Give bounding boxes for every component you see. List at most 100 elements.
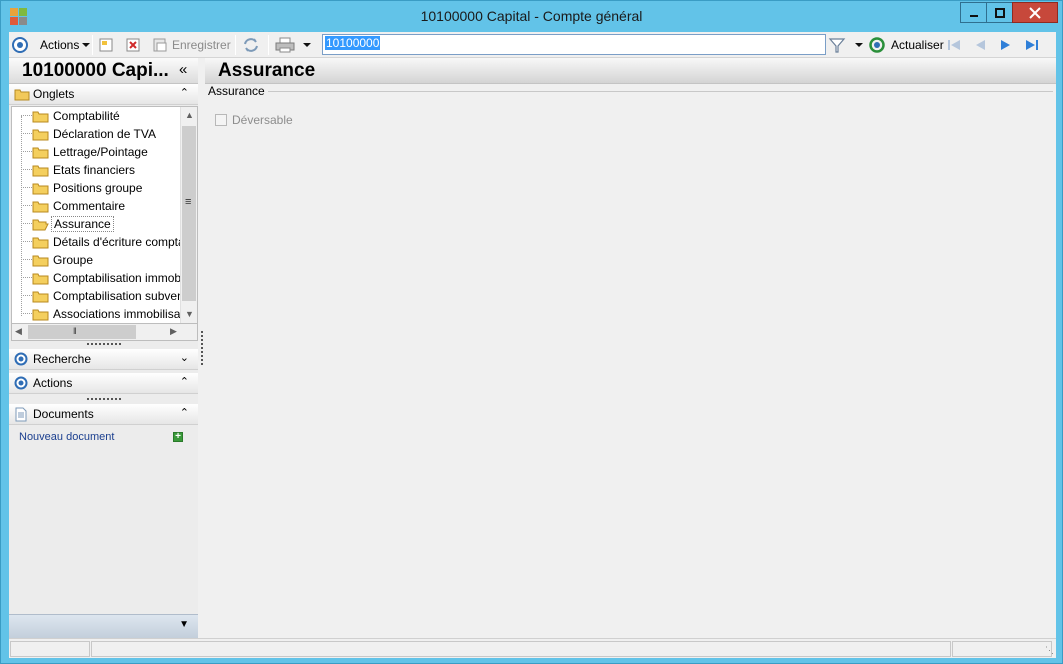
tree-item[interactable]: Assurance (21, 215, 186, 233)
navigation-menu-button[interactable] (11, 32, 29, 58)
previous-record-button[interactable] (972, 32, 988, 58)
delete-record-button[interactable] (125, 32, 141, 58)
toolbar-separator (235, 35, 236, 55)
status-cell (952, 641, 1052, 657)
tree-item-label: Lettrage/Pointage (53, 145, 148, 159)
scroll-down-icon[interactable]: ▼ (185, 309, 194, 319)
record-search-input[interactable]: 10100000 (322, 34, 826, 55)
new-record-button[interactable] (98, 32, 114, 58)
tree-connector (21, 151, 32, 152)
actions-section-title: Actions (33, 376, 73, 390)
tree-item-label: Associations immobilisat (53, 307, 184, 321)
splitter-grip[interactable] (87, 343, 121, 345)
tree-item[interactable]: Déclaration de TVA (21, 125, 186, 143)
app-window: 10100000 Capital - Compte général Action… (0, 0, 1063, 664)
tabs-section-header[interactable]: Onglets ⌃︎ (9, 84, 198, 105)
sync-icon (244, 38, 258, 52)
tree-item[interactable]: Associations immobilisat (21, 305, 186, 323)
add-document-icon[interactable]: + (173, 432, 183, 442)
minimize-icon (969, 14, 978, 17)
pane-options-bar[interactable]: ▼ (9, 614, 198, 638)
actions-section-header[interactable]: Actions ⌃︎ (9, 373, 198, 394)
tabs-section-title: Onglets (33, 87, 75, 101)
print-options-button[interactable] (302, 32, 312, 58)
expand-down-icon: ⌄︎ (179, 352, 189, 364)
vertical-scrollbar[interactable]: ▲ ≡ ▼ (180, 107, 197, 323)
scrollbar-thumb[interactable] (28, 325, 136, 339)
tree-item[interactable]: Commentaire (21, 197, 186, 215)
print-button[interactable] (275, 32, 295, 58)
scrollbar-thumb[interactable] (182, 126, 196, 301)
tree-item[interactable]: Comptabilisation subven (21, 287, 186, 305)
folder-icon (32, 111, 49, 123)
tree-connector (21, 295, 32, 296)
delete-record-icon (126, 38, 140, 52)
search-section-header[interactable]: Recherche ⌄︎ (9, 349, 198, 370)
chevron-down-icon (82, 43, 91, 47)
deversable-label: Déversable (232, 113, 293, 127)
tree-item[interactable]: Etats financiers (21, 161, 186, 179)
new-record-icon (99, 38, 113, 52)
last-record-button[interactable] (1024, 32, 1040, 58)
client-area: 10100000 Capi... « Onglets ⌃︎ Comptabili… (9, 58, 1056, 638)
status-cell (91, 641, 951, 657)
vertical-splitter-grip[interactable] (201, 331, 203, 365)
documents-section-title: Documents (33, 407, 94, 421)
resize-grip-icon[interactable]: ⋱ (1045, 645, 1054, 656)
splitter-grip[interactable] (87, 398, 121, 400)
scroll-left-icon[interactable]: ◀ (15, 326, 22, 337)
window-controls (960, 2, 1058, 24)
collapse-pane-button[interactable]: « (179, 61, 187, 78)
scroll-right-icon[interactable]: ▶ (170, 326, 177, 337)
actions-menu-button[interactable]: Actions (40, 32, 91, 58)
folder-icon (32, 309, 49, 321)
minimize-button[interactable] (960, 2, 987, 23)
new-document-link[interactable]: Nouveau document (19, 431, 114, 443)
tree-connector (21, 187, 32, 188)
horizontal-scrollbar[interactable]: ◀ ‖ ▶ (11, 324, 198, 341)
tree-item[interactable]: Groupe (21, 251, 186, 269)
close-button[interactable] (1012, 2, 1058, 23)
tree-connector (21, 277, 32, 278)
search-circle-icon (14, 352, 28, 366)
folder-open-icon (32, 219, 49, 231)
tree-item-label: Comptabilité (53, 109, 120, 123)
save-button[interactable]: Enregistrer (152, 32, 231, 58)
folder-icon (32, 255, 49, 267)
scroll-up-icon[interactable]: ▲ (185, 110, 194, 120)
documents-section-header[interactable]: Documents ⌃︎ (9, 404, 198, 425)
navigation-circle-icon (12, 37, 28, 53)
tree-connector (21, 133, 32, 134)
chevron-down-icon: ▼ (179, 619, 189, 630)
actions-circle-icon (14, 376, 28, 390)
tabs-tree: Comptabilité Déclaration de TVA Lettrage/P… (11, 106, 198, 324)
main-header: Assurance (205, 58, 1056, 84)
search-input-value: 10100000 (325, 36, 381, 50)
group-title: Assurance (208, 84, 268, 98)
deversable-checkbox[interactable] (215, 114, 227, 126)
tree-item[interactable]: Positions groupe (21, 179, 186, 197)
close-icon (1029, 6, 1041, 19)
first-record-button[interactable] (946, 32, 962, 58)
folder-icon (32, 129, 49, 141)
page-title: Assurance (218, 60, 316, 81)
sync-button[interactable] (242, 32, 260, 58)
folder-icon (32, 273, 49, 285)
actions-menu-label: Actions (40, 38, 80, 52)
folder-icon (32, 201, 49, 213)
record-title: 10100000 Capi... (22, 60, 169, 81)
title-bar[interactable]: 10100000 Capital - Compte général (1, 1, 1062, 32)
tree-item[interactable]: Comptabilité (21, 107, 186, 125)
filter-button[interactable] (828, 32, 846, 58)
tree-item[interactable]: Comptabilisation immob (21, 269, 186, 287)
refresh-button[interactable]: Actualiser (868, 32, 944, 58)
tree-item-label: Positions groupe (53, 181, 143, 195)
scroll-grip-icon: ‖ (73, 326, 77, 336)
left-pane: 10100000 Capi... « Onglets ⌃︎ Comptabili… (9, 58, 198, 638)
tree-item[interactable]: Détails d'écriture compta (21, 233, 186, 251)
filter-options-button[interactable] (854, 32, 864, 58)
next-record-button[interactable] (998, 32, 1014, 58)
tree-item-label: Comptabilisation subven (53, 289, 184, 303)
maximize-button[interactable] (986, 2, 1013, 23)
tree-item[interactable]: Lettrage/Pointage (21, 143, 186, 161)
